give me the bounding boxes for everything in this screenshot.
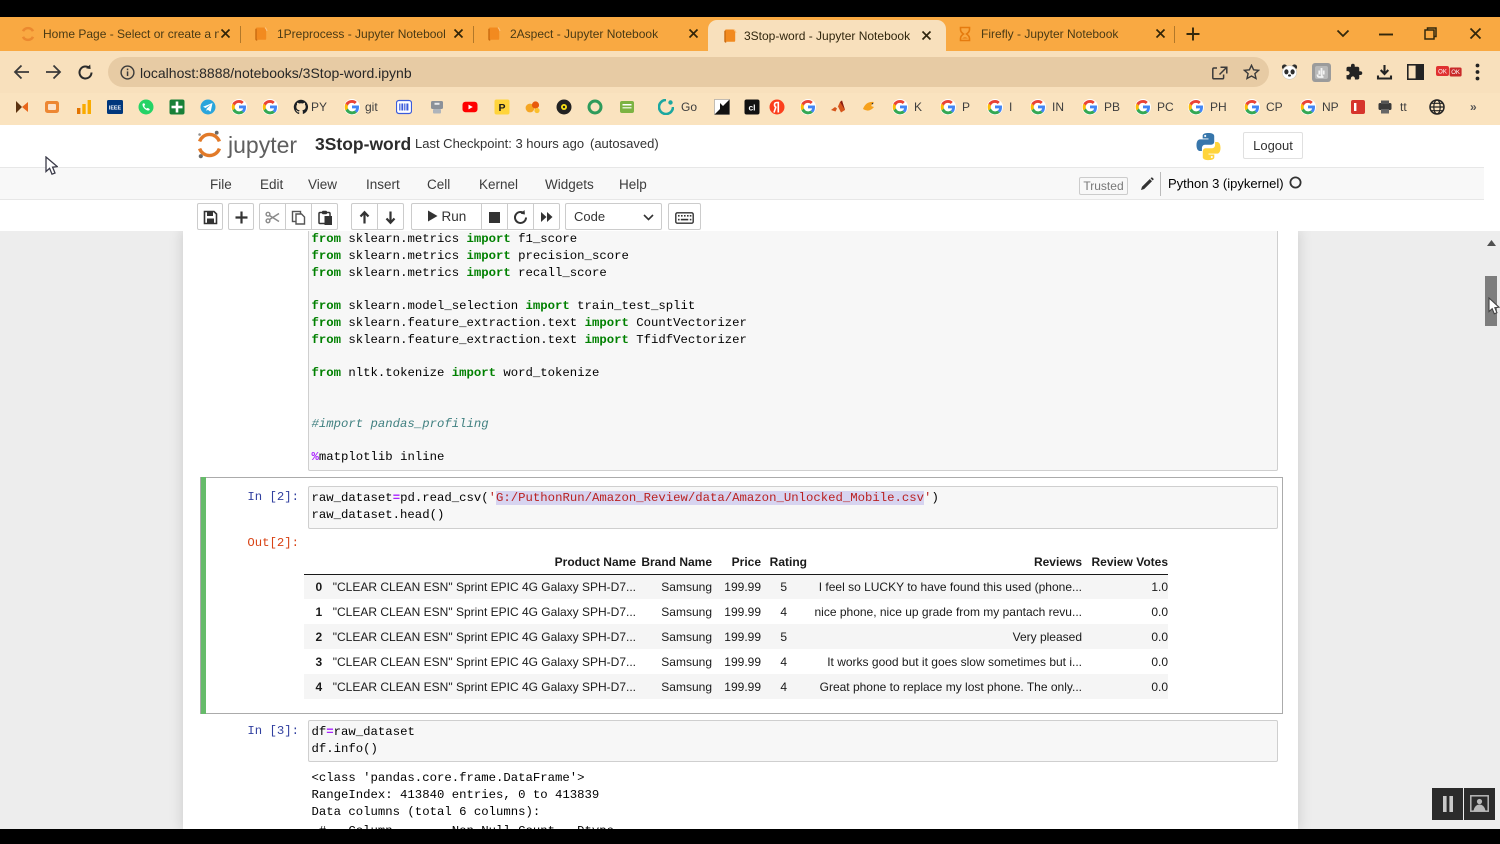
svg-text:OK: OK [1438, 69, 1447, 75]
svg-text:cl: cl [748, 103, 755, 113]
svg-text:P: P [498, 102, 505, 114]
svg-text:OK: OK [1451, 70, 1460, 76]
svg-text:IEEE: IEEE [109, 106, 122, 112]
